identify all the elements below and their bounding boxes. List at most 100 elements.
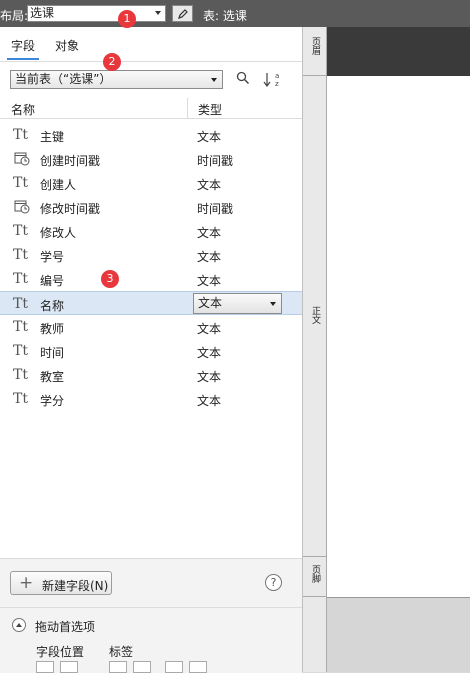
header-band[interactable] xyxy=(327,27,470,76)
field-type: 文本 xyxy=(197,178,222,192)
field-row[interactable]: Tt 编号 文本 xyxy=(0,267,302,291)
text-field-icon: Tt xyxy=(13,271,28,287)
svg-text:z: z xyxy=(275,80,279,88)
new-field-button[interactable]: + 新建字段(N) xyxy=(10,571,112,595)
field-type: 时间戳 xyxy=(197,202,234,216)
field-row[interactable]: 创建时间戳 时间戳 xyxy=(0,147,302,171)
text-field-icon: Tt xyxy=(13,175,28,191)
column-name-header[interactable]: 名称 xyxy=(11,101,35,118)
divider xyxy=(0,607,302,608)
field-name: 名称 xyxy=(40,299,65,313)
field-row[interactable]: Tt 教室 文本 xyxy=(0,363,302,387)
body-band[interactable] xyxy=(327,76,470,558)
table-select[interactable]: 当前表（“选课”） xyxy=(10,70,223,89)
field-type: 文本 xyxy=(197,226,222,240)
field-name: 主键 xyxy=(40,130,65,144)
annotation-badge-1: 1 xyxy=(118,10,136,28)
field-type: 文本 xyxy=(197,346,222,360)
field-row[interactable]: 修改时间戳 时间戳 xyxy=(0,195,302,219)
field-name: 学分 xyxy=(40,394,65,408)
band-footer-label: 页脚 xyxy=(310,565,320,583)
band-body-label: 正文 xyxy=(310,306,320,324)
timestamp-icon xyxy=(14,200,30,214)
field-list: Tt 主键 文本 创建时间戳 时间戳 Tt 创建人 文本 修改时间戳 时间戳 T… xyxy=(0,123,302,411)
column-divider[interactable] xyxy=(187,98,188,118)
chevron-down-icon xyxy=(211,78,217,82)
search-icon[interactable] xyxy=(236,71,250,85)
layout-label: 布局: xyxy=(0,9,29,23)
fields-panel: 字段 对象 当前表（“选课”） a z 名称 类型 Tt 主键 文本 创建时间戳… xyxy=(0,27,303,673)
field-name: 修改人 xyxy=(40,226,77,240)
text-field-icon: Tt xyxy=(13,223,28,239)
svg-text:a: a xyxy=(275,72,279,80)
label-option[interactable] xyxy=(133,661,151,673)
field-type: 时间戳 xyxy=(197,154,234,168)
plus-icon: + xyxy=(19,573,34,593)
sort-az-icon[interactable]: a z xyxy=(262,70,284,88)
layout-select[interactable]: 选课 xyxy=(27,5,166,22)
text-field-icon: Tt xyxy=(13,296,28,312)
help-icon[interactable]: ? xyxy=(265,574,282,591)
chevron-down-icon xyxy=(270,302,276,306)
field-name: 编号 xyxy=(40,274,65,288)
text-field-icon: Tt xyxy=(13,367,28,383)
field-row[interactable]: Tt 教师 文本 xyxy=(0,315,302,339)
pencil-icon xyxy=(178,9,188,19)
field-type: 文本 xyxy=(197,322,222,336)
field-name: 修改时间戳 xyxy=(40,202,101,216)
field-name: 时间 xyxy=(40,346,65,360)
field-name: 教室 xyxy=(40,370,65,384)
field-position-option[interactable] xyxy=(36,661,54,673)
table-select-value: 当前表（“选课”） xyxy=(15,72,112,86)
field-type-select[interactable]: 文本 xyxy=(193,293,282,314)
chevron-down-icon xyxy=(155,11,161,15)
annotation-badge-2: 2 xyxy=(103,53,121,71)
band-footer-tab[interactable]: 页脚 xyxy=(303,557,326,597)
field-type: 文本 xyxy=(197,394,222,408)
field-row-selected[interactable]: Tt 名称 文本 xyxy=(0,291,302,315)
band-body-tab[interactable]: 正文 xyxy=(303,76,326,557)
edit-layout-button[interactable] xyxy=(172,5,193,22)
label-option[interactable] xyxy=(189,661,207,673)
tab-fields[interactable]: 字段 xyxy=(6,37,40,60)
field-row[interactable]: Tt 学分 文本 xyxy=(0,387,302,411)
label-option[interactable] xyxy=(165,661,183,673)
field-row[interactable]: Tt 时间 文本 xyxy=(0,339,302,363)
layout-toolbar: 布局: 选课 表: 选课 xyxy=(0,0,470,27)
field-type: 文本 xyxy=(197,250,222,264)
band-header-tab[interactable]: 页眉 xyxy=(303,27,326,76)
tab-objects[interactable]: 对象 xyxy=(55,37,79,54)
field-name: 教师 xyxy=(40,322,65,336)
table-label: 表: 选课 xyxy=(203,9,247,23)
chevron-up-icon xyxy=(12,618,26,632)
column-header: 名称 类型 xyxy=(0,98,302,119)
drag-preferences-label: 拖动首选项 xyxy=(35,620,96,634)
panel-footer: + 新建字段(N) ? 拖动首选项 字段位置 标签 xyxy=(0,558,302,673)
text-field-icon: Tt xyxy=(13,247,28,263)
annotation-badge-3: 3 xyxy=(101,270,119,288)
text-field-icon: Tt xyxy=(13,343,28,359)
field-position-label: 字段位置 xyxy=(36,645,85,659)
labels-label: 标签 xyxy=(109,645,134,659)
new-field-button-label: 新建字段(N) xyxy=(42,579,109,593)
field-name: 学号 xyxy=(40,250,65,264)
text-field-icon: Tt xyxy=(13,127,28,143)
column-type-header[interactable]: 类型 xyxy=(198,101,222,118)
field-name: 创建时间戳 xyxy=(40,154,101,168)
text-field-icon: Tt xyxy=(13,391,28,407)
field-type: 文本 xyxy=(197,370,222,384)
field-position-option[interactable] xyxy=(60,661,78,673)
layout-canvas: 页眉 正文 页脚 xyxy=(303,27,470,672)
field-name: 创建人 xyxy=(40,178,77,192)
band-labels: 页眉 正文 页脚 xyxy=(303,27,327,672)
field-row[interactable]: Tt 学号 文本 xyxy=(0,243,302,267)
field-row[interactable]: Tt 主键 文本 xyxy=(0,123,302,147)
timestamp-icon xyxy=(14,152,30,166)
field-row[interactable]: Tt 修改人 文本 xyxy=(0,219,302,243)
layout-select-value: 选课 xyxy=(30,6,55,20)
footer-band[interactable] xyxy=(327,557,470,598)
label-option[interactable] xyxy=(109,661,127,673)
band-header-label: 页眉 xyxy=(310,37,320,55)
field-row[interactable]: Tt 创建人 文本 xyxy=(0,171,302,195)
panel-tabs: 字段 对象 xyxy=(0,27,302,62)
